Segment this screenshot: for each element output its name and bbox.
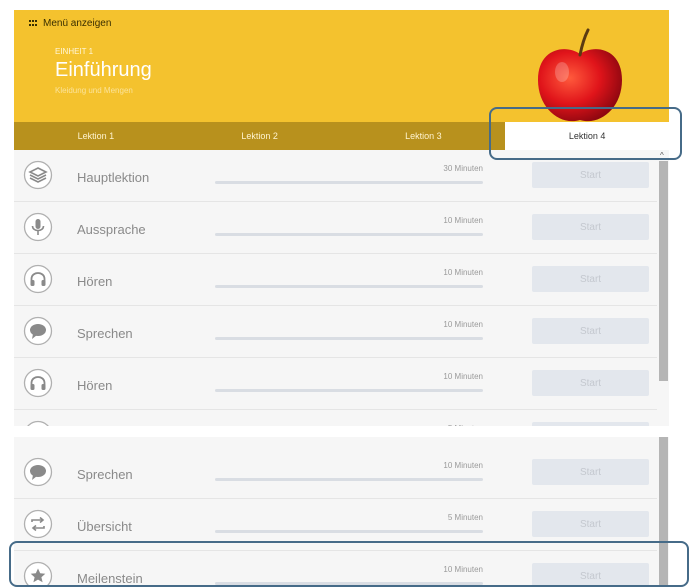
show-menu-button[interactable]: Menü anzeigen — [29, 18, 111, 29]
lesson-duration: 10 Minuten — [443, 372, 483, 381]
lesson-duration: 30 Minuten — [443, 164, 483, 173]
tab-lektion-2[interactable]: Lektion 2 — [178, 122, 342, 150]
lesson-row: Sprechen 10 Minuten Start — [14, 447, 657, 499]
lesson-duration: 10 Minuten — [443, 268, 483, 277]
apple-image — [538, 28, 622, 122]
lesson-name: Hören — [77, 378, 113, 393]
screenshot-seam — [0, 426, 669, 437]
lesson-row: Meilenstein 10 Minuten Start — [14, 551, 657, 587]
show-menu-label: Menü anzeigen — [43, 18, 112, 29]
lesson-name: Übersicht — [77, 519, 132, 534]
lesson-name: Hauptlektion — [77, 170, 150, 185]
headphones-icon — [23, 264, 53, 294]
lesson-row: Aussprache 10 Minuten Start — [14, 202, 657, 254]
unit-header: Menü anzeigen EINHEIT 1 Einführung Kleid… — [14, 10, 669, 122]
lesson-list-top: Hauptlektion 30 Minuten Start Aussprache 10 … — [14, 150, 657, 437]
lesson-name: Aussprache — [77, 222, 146, 237]
lesson-progress-bar — [215, 582, 483, 585]
start-button[interactable]: Start — [532, 370, 649, 396]
lesson-progress-bar — [215, 233, 483, 236]
lesson-duration: 10 Minuten — [443, 565, 483, 574]
lesson-duration: 10 Minuten — [443, 320, 483, 329]
lesson-tabs: Lektion 1 Lektion 2 Lektion 3 Lektion 4 — [14, 122, 669, 150]
lesson-progress-bar — [215, 181, 483, 184]
start-button[interactable]: Start — [532, 318, 649, 344]
start-button[interactable]: Start — [532, 214, 649, 240]
lesson-app: Menü anzeigen EINHEIT 1 Einführung Kleid… — [14, 10, 669, 587]
scrollbar-thumb-bottom[interactable] — [659, 434, 668, 587]
tab-lektion-4[interactable]: Lektion 4 — [505, 122, 669, 150]
speech-bubble-icon — [23, 316, 53, 346]
lesson-duration: 5 Minuten — [447, 513, 483, 522]
tab-lektion-3[interactable]: Lektion 3 — [342, 122, 506, 150]
lesson-progress-bar — [215, 478, 483, 481]
scrollbar-thumb-top[interactable] — [659, 161, 668, 381]
lesson-list-bottom: Sprechen 10 Minuten Start Übersicht 5 Minute… — [14, 447, 657, 587]
tab-lektion-1[interactable]: Lektion 1 — [14, 122, 178, 150]
scroll-up-icon[interactable]: ^ — [660, 151, 664, 160]
lesson-row: Übersicht 5 Minuten Start — [14, 499, 657, 551]
lesson-progress-bar — [215, 285, 483, 288]
star-icon — [23, 561, 53, 587]
lesson-row: Hören 10 Minuten Start — [14, 254, 657, 306]
lesson-name: Sprechen — [77, 467, 133, 482]
lesson-progress-bar — [215, 389, 483, 392]
unit-subtitle: Kleidung und Mengen — [55, 86, 133, 95]
start-button[interactable]: Start — [532, 563, 649, 587]
speech-bubble-icon — [23, 457, 53, 487]
start-button[interactable]: Start — [532, 162, 649, 188]
lesson-progress-bar — [215, 530, 483, 533]
lesson-duration: 10 Minuten — [443, 216, 483, 225]
lesson-name: Sprechen — [77, 326, 133, 341]
microphone-icon — [23, 212, 53, 242]
start-button[interactable]: Start — [532, 266, 649, 292]
lesson-progress-bar — [215, 337, 483, 340]
grid-menu-icon — [29, 19, 38, 28]
lesson-name: Meilenstein — [77, 571, 143, 586]
lesson-row: Hauptlektion 30 Minuten Start — [14, 150, 657, 202]
lesson-row: Hören 10 Minuten Start — [14, 358, 657, 410]
start-button[interactable]: Start — [532, 511, 649, 537]
lesson-row: Sprechen 10 Minuten Start — [14, 306, 657, 358]
unit-label: EINHEIT 1 — [55, 47, 94, 56]
layers-icon — [23, 160, 53, 190]
repeat-icon — [23, 509, 53, 539]
lesson-duration: 10 Minuten — [443, 461, 483, 470]
start-button[interactable]: Start — [532, 459, 649, 485]
headphones-icon — [23, 368, 53, 398]
lesson-name: Hören — [77, 274, 113, 289]
unit-title: Einführung — [55, 59, 152, 81]
